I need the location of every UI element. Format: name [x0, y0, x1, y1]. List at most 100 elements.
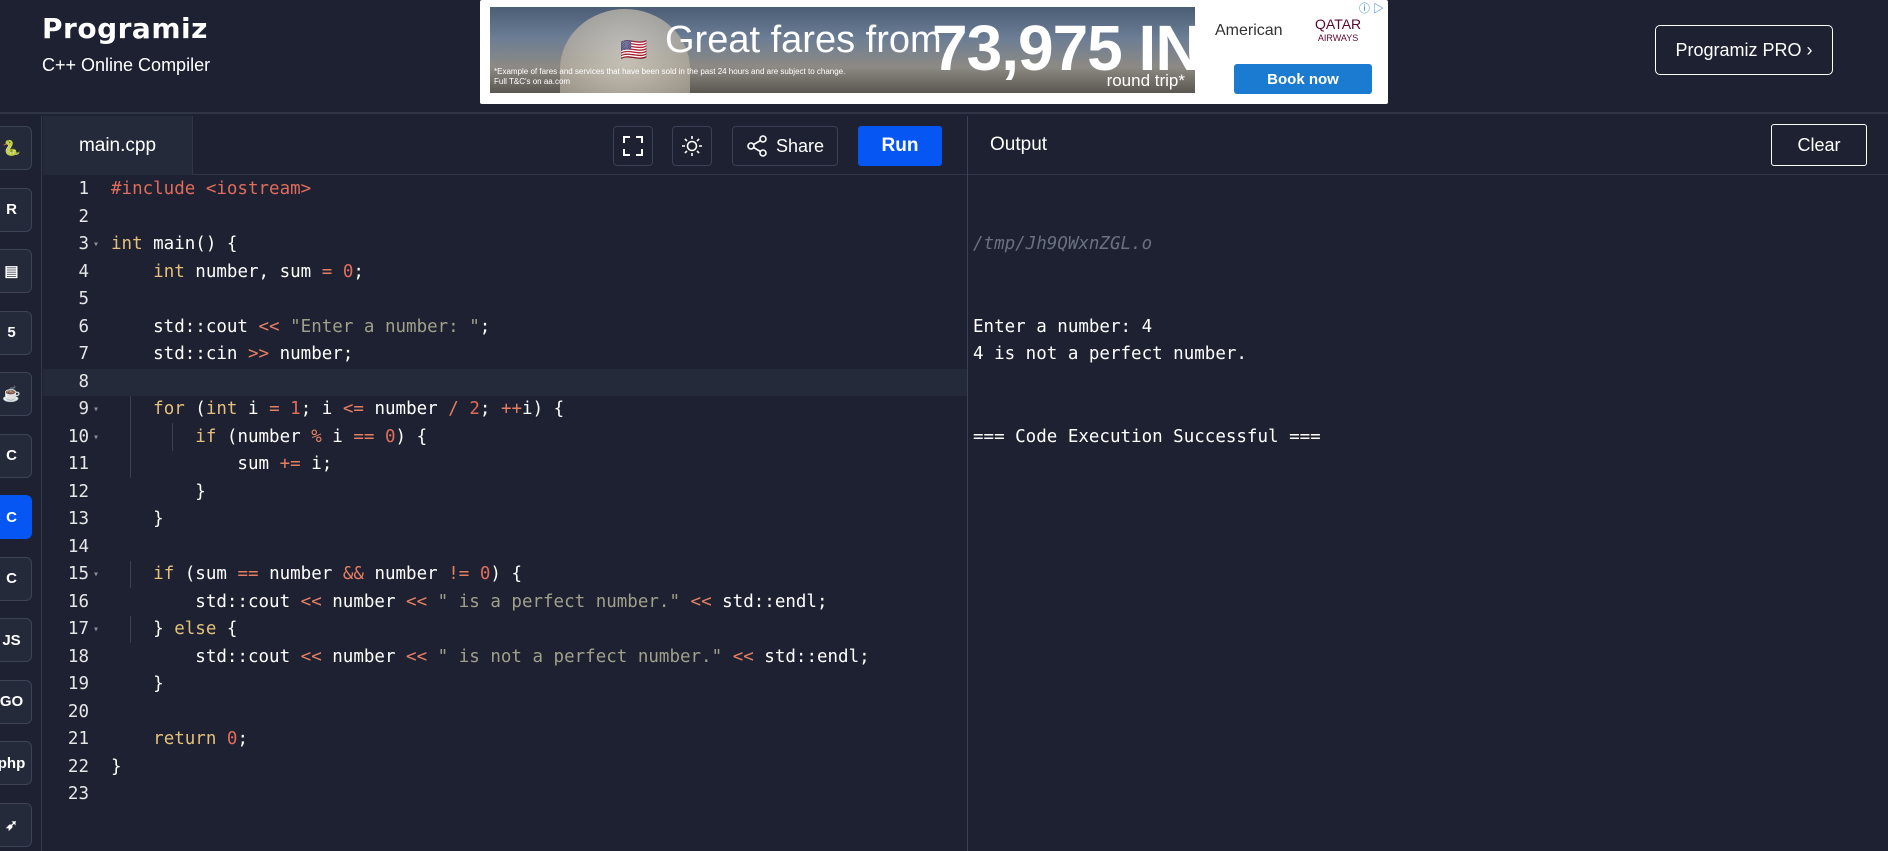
line-number: 12	[67, 481, 89, 502]
code-text: std::cout << "Enter a number: ";	[111, 316, 491, 337]
theme-toggle-button[interactable]	[672, 126, 712, 166]
line-number: 21	[67, 729, 89, 749]
code-text: int main() {	[111, 234, 238, 254]
r-icon[interactable]: R	[0, 187, 32, 232]
code-line[interactable]: 17 ▾ } else {	[43, 616, 967, 644]
line-number: 19	[67, 674, 89, 694]
fold-arrow-icon[interactable]: ▾	[93, 396, 99, 424]
line-number: 4	[78, 261, 89, 282]
run-button[interactable]: Run	[858, 126, 942, 166]
code-text: sum += i;	[111, 454, 333, 474]
sun-icon	[682, 136, 702, 156]
line-number: 20	[67, 701, 89, 722]
code-line[interactable]: 18 std::cout << number << " is not a per…	[43, 644, 967, 672]
code-line[interactable]: 19 }	[43, 671, 967, 699]
share-icon	[747, 135, 767, 157]
ad-round-trip: round trip*	[1106, 71, 1185, 90]
code-line[interactable]: 8	[43, 368, 967, 396]
programiz-pro-button[interactable]: Programiz PRO ›	[1655, 25, 1833, 75]
fold-arrow-icon[interactable]: ▾	[93, 616, 99, 644]
code-line[interactable]: 22}	[43, 754, 967, 782]
code-line[interactable]: 15 ▾ if (sum == number && number != 0) {	[43, 561, 967, 589]
code-line[interactable]: 14	[43, 534, 967, 562]
ad-headline: Great fares from	[665, 19, 942, 61]
output-console[interactable]: /tmp/Jh9QWxnZGL.o Enter a number: 4 4 is …	[973, 176, 1321, 451]
code-line[interactable]: 7 std::cin >> number;	[43, 341, 967, 369]
ad-book-now-button[interactable]: Book now	[1234, 64, 1372, 94]
code-line[interactable]: 23	[43, 781, 967, 809]
ad-fine-print: *Example of fares and services that have…	[494, 67, 846, 86]
line-number: 22	[67, 756, 89, 777]
line-number: 9	[78, 399, 89, 419]
fold-arrow-icon[interactable]: ▾	[93, 231, 99, 259]
line-number: 6	[78, 316, 89, 337]
c-icon[interactable]: C	[0, 433, 32, 478]
output-line: === Code Execution Successful ===	[973, 426, 1321, 447]
code-text: int number, sum = 0;	[153, 261, 364, 282]
sql-icon[interactable]: ▤	[0, 249, 32, 293]
html-icon[interactable]: 5	[0, 310, 32, 355]
python-icon[interactable]: 🐍	[0, 126, 32, 170]
ad-image[interactable]: 🇺🇸 Great fares from 73,975 INR round tri…	[490, 7, 1195, 93]
brand: Programiz C++ Online Compiler	[42, 12, 210, 76]
line-number: 16	[67, 591, 89, 612]
php-icon[interactable]: php	[0, 741, 32, 785]
code-text: #include <iostream>	[111, 179, 312, 199]
output-toolbar: Output Clear	[968, 116, 1888, 175]
code-line[interactable]: 6 std::cout << "Enter a number: ";	[43, 314, 967, 342]
line-number: 13	[67, 509, 89, 529]
code-line[interactable]: 12 }	[43, 479, 967, 507]
output-pane: Output Clear /tmp/Jh9QWxnZGL.o Enter a n…	[968, 116, 1888, 851]
code-text: if (sum == number && number != 0) {	[153, 564, 522, 584]
programiz-logo[interactable]: Programiz	[42, 12, 210, 45]
go-icon[interactable]: GO	[0, 679, 32, 724]
code-line[interactable]: 9 ▾ for (int i = 1; i <= number / 2; ++i)…	[43, 396, 967, 424]
line-number: 23	[67, 784, 89, 804]
language-sidebar: 🐍 R ▤ 5 ☕ C C C JS GO php ➶	[0, 116, 42, 851]
share-button[interactable]: Share	[732, 126, 838, 166]
code-line[interactable]: 1 #include <iostream>	[43, 176, 967, 204]
american-airlines-logo: American	[1215, 22, 1283, 39]
fullscreen-button[interactable]	[613, 126, 653, 166]
line-number: 18	[67, 646, 89, 667]
advertisement-banner[interactable]: 🇺🇸 Great fares from 73,975 INR round tri…	[480, 0, 1388, 104]
csharp-icon[interactable]: C	[0, 556, 32, 601]
page-title: C++ Online Compiler	[42, 55, 211, 75]
code-line[interactable]: 13 }	[43, 506, 967, 534]
fold-arrow-icon[interactable]: ▾	[93, 561, 99, 589]
clear-button[interactable]: Clear	[1771, 124, 1867, 166]
output-file-path: /tmp/Jh9QWxnZGL.o	[973, 234, 1153, 254]
code-line[interactable]: 3 ▾ int main() {	[43, 231, 967, 259]
swift-icon[interactable]: ➶	[0, 802, 32, 847]
code-line[interactable]: 16 std::cout << number << " is a perfect…	[43, 589, 967, 617]
line-number: 3	[78, 234, 89, 254]
javascript-icon[interactable]: JS	[0, 618, 32, 662]
line-number: 7	[78, 344, 89, 364]
code-line[interactable]: 2	[43, 204, 967, 232]
top-header: Programiz C++ Online Compiler 🇺🇸 Great f…	[0, 0, 1888, 114]
code-line[interactable]: 21 return 0;	[43, 726, 967, 754]
output-line: Enter a number: 4	[973, 316, 1153, 337]
cpp-icon[interactable]: C	[0, 495, 32, 539]
line-number: 11	[67, 454, 89, 474]
code-text: }	[111, 509, 164, 529]
code-line[interactable]: 5	[43, 286, 967, 314]
code-line[interactable]: 10 ▾ if (number % i == 0) {	[43, 424, 967, 452]
ad-info-icon[interactable]: ⓘ ▷	[1359, 0, 1384, 16]
java-icon[interactable]: ☕	[0, 372, 32, 416]
editor-toolbar: main.cpp Share Run	[43, 116, 967, 175]
code-line[interactable]: 11 sum += i;	[43, 451, 967, 479]
code-text: for (int i = 1; i <= number / 2; ++i) {	[153, 399, 565, 419]
code-text: std::cout << number << " is a perfect nu…	[111, 591, 828, 612]
code-line[interactable]: 4 int number, sum = 0;	[43, 259, 967, 287]
code-editor[interactable]: 1 #include <iostream> 2 3 ▾ int main() {4 int…	[43, 176, 967, 851]
line-number: 2	[78, 206, 89, 227]
fullscreen-icon	[623, 136, 643, 156]
code-line[interactable]: 20	[43, 699, 967, 727]
code-text: }	[111, 481, 206, 502]
code-text: return 0;	[153, 729, 249, 749]
tab-main-cpp[interactable]: main.cpp	[43, 116, 193, 175]
fold-arrow-icon[interactable]: ▾	[93, 424, 99, 452]
